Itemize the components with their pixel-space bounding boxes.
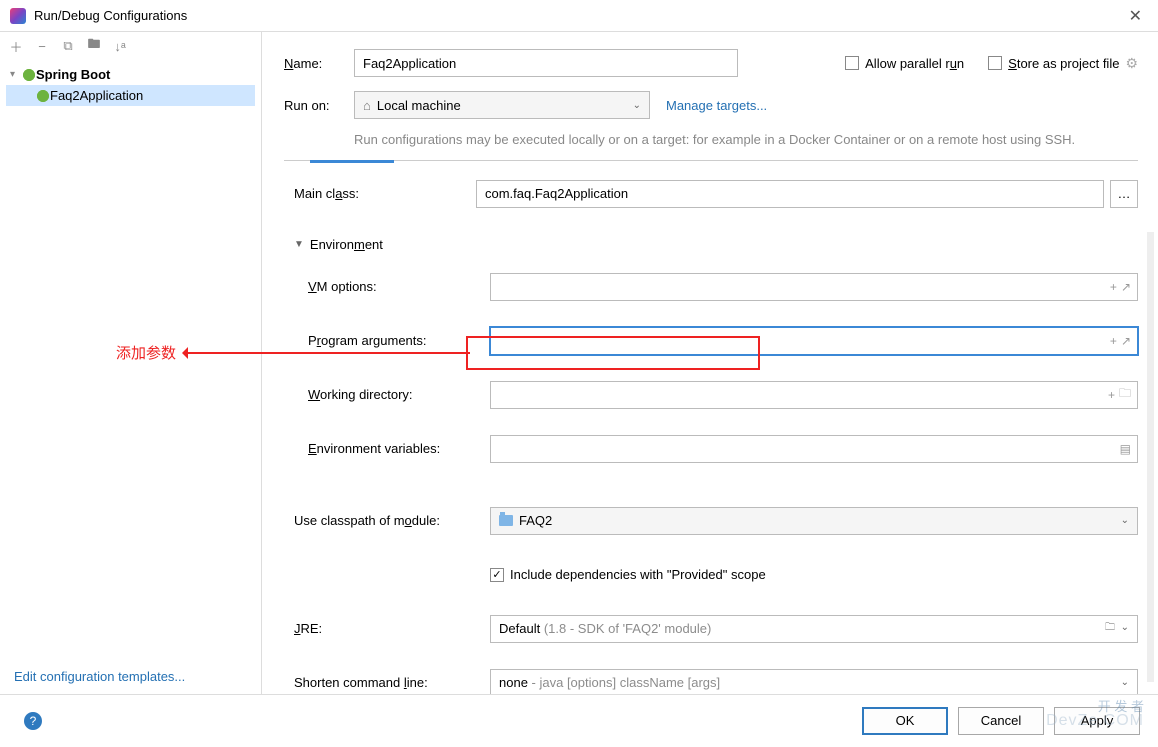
module-icon	[499, 515, 513, 526]
edit-templates-link[interactable]: Edit configuration templates...	[0, 659, 261, 694]
run-on-select[interactable]: ⌂ Local machine ⌄	[354, 91, 650, 119]
tree-item-label: Faq2Application	[50, 88, 143, 103]
program-arguments-label: Program arguments:	[308, 333, 490, 348]
working-directory-label: Working directory:	[308, 387, 490, 402]
tree-item-faq2application[interactable]: Faq2Application	[6, 85, 255, 106]
tree-category-spring-boot[interactable]: ▾ Spring Boot	[6, 64, 255, 85]
expand-icon[interactable]: ↗	[1121, 280, 1131, 294]
chevron-down-icon: ▼	[294, 239, 304, 250]
save-icon[interactable]: 🖿	[86, 38, 102, 54]
main-class-input[interactable]	[476, 180, 1104, 208]
name-label: Name:	[284, 56, 354, 71]
apply-button[interactable]: Apply	[1054, 707, 1140, 735]
folder-icon[interactable]: 🗀	[1119, 384, 1131, 405]
tree-category-label: Spring Boot	[36, 67, 110, 82]
plus-icon[interactable]: +	[1110, 334, 1117, 348]
plus-icon[interactable]: +	[1108, 388, 1115, 402]
run-on-value: Local machine	[377, 98, 461, 113]
jre-value: Default	[499, 621, 540, 636]
browse-main-class-button[interactable]: …	[1110, 180, 1138, 208]
remove-icon[interactable]: −	[34, 38, 50, 54]
environment-variables-label: Environment variables:	[308, 441, 490, 456]
titlebar: Run/Debug Configurations ✕	[0, 0, 1158, 32]
annotation-arrow	[184, 352, 470, 354]
include-provided-checkbox[interactable]: Include dependencies with "Provided" sco…	[490, 567, 766, 582]
expand-icon[interactable]: ↗	[1121, 334, 1131, 348]
chevron-down-icon: ⌄	[633, 100, 641, 111]
list-icon[interactable]: ▤	[1120, 442, 1131, 456]
gear-icon[interactable]: ⚙	[1125, 55, 1138, 72]
shorten-select[interactable]: none - java [options] className [args] ⌄	[490, 669, 1138, 695]
manage-targets-link[interactable]: Manage targets...	[666, 98, 767, 113]
allow-parallel-run-checkbox[interactable]: Allow parallel run	[845, 56, 964, 71]
main-panel: Name: Allow parallel run Store as projec…	[262, 32, 1158, 694]
jre-hint: (1.8 - SDK of 'FAQ2' module)	[544, 621, 712, 636]
copy-icon[interactable]: ⧉	[60, 38, 76, 54]
classpath-module-value: FAQ2	[519, 513, 552, 528]
main-class-label: Main class:	[294, 186, 476, 201]
chevron-down-icon: ▾	[10, 69, 22, 80]
spring-icon	[36, 89, 50, 103]
run-on-label: Run on:	[284, 98, 354, 113]
shorten-value: none	[499, 675, 528, 690]
program-arguments-input[interactable]: + ↗	[490, 327, 1138, 355]
chevron-down-icon: ⌄	[1121, 677, 1129, 688]
sidebar: ＋ − ⧉ 🖿 ↓ᵃ ▾ Spring Boot Faq2Application…	[0, 32, 262, 694]
dialog-buttons: ? OK Cancel Apply	[0, 694, 1158, 746]
add-icon[interactable]: ＋	[8, 38, 24, 54]
close-icon[interactable]: ✕	[1123, 4, 1148, 28]
checkbox-icon	[988, 56, 1002, 70]
ok-button[interactable]: OK	[862, 707, 948, 735]
store-as-project-file-checkbox[interactable]: Store as project file	[988, 56, 1119, 71]
classpath-module-label: Use classpath of module:	[294, 513, 490, 528]
app-icon	[10, 8, 26, 24]
environment-section[interactable]: ▼ Environment	[294, 237, 1138, 252]
classpath-module-select[interactable]: FAQ2 ⌄	[490, 507, 1138, 535]
jre-select[interactable]: Default (1.8 - SDK of 'FAQ2' module) 🗀 ⌄	[490, 615, 1138, 643]
scrollbar[interactable]	[1147, 232, 1154, 682]
vm-options-label: VM options:	[308, 279, 490, 294]
checkbox-icon	[490, 568, 504, 582]
name-input[interactable]	[354, 49, 738, 77]
home-icon: ⌂	[363, 98, 371, 113]
sort-icon[interactable]: ↓ᵃ	[112, 38, 128, 54]
environment-variables-input[interactable]: ▤	[490, 435, 1138, 463]
shorten-hint: - java [options] className [args]	[532, 675, 721, 690]
cancel-button[interactable]: Cancel	[958, 707, 1044, 735]
jre-label: JRE:	[294, 621, 490, 636]
working-directory-input[interactable]: + 🗀	[490, 381, 1138, 409]
help-button[interactable]: ?	[24, 712, 42, 730]
window-title: Run/Debug Configurations	[34, 8, 1123, 23]
config-tree: ▾ Spring Boot Faq2Application	[0, 60, 261, 659]
vm-options-input[interactable]: + ↗	[490, 273, 1138, 301]
spring-icon	[22, 68, 36, 82]
tabs-strip	[284, 160, 1138, 163]
plus-icon[interactable]: +	[1110, 280, 1117, 294]
checkbox-icon	[845, 56, 859, 70]
shorten-label: Shorten command line:	[294, 675, 490, 690]
run-on-help: Run configurations may be executed local…	[354, 130, 1138, 150]
chevron-down-icon: ⌄	[1121, 515, 1129, 526]
chevron-down-icon: 🗀 ⌄	[1102, 620, 1129, 637]
sidebar-toolbar: ＋ − ⧉ 🖿 ↓ᵃ	[0, 32, 261, 60]
